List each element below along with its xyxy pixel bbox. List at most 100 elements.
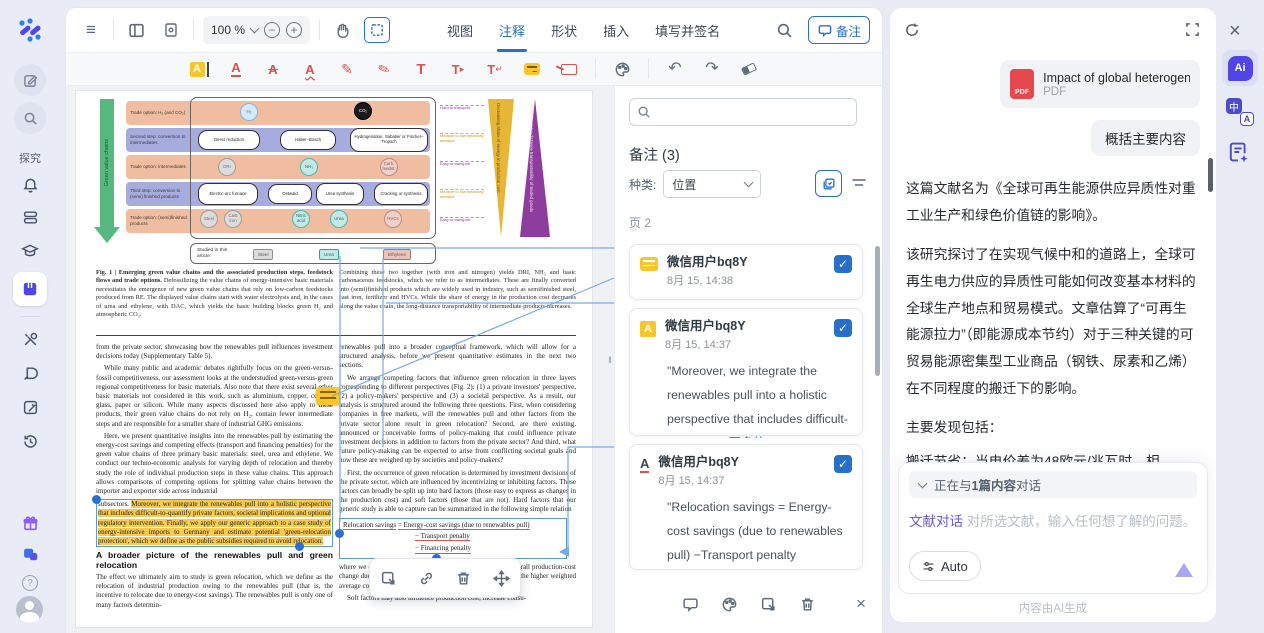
comments-scrollbar[interactable]	[875, 246, 880, 376]
ai-reply: 这篇文献名为《全球可再生能源供应异质性对重工业生产和绿色价值链的影响》。 该研究…	[906, 176, 1198, 454]
search-icon[interactable]	[14, 102, 46, 134]
close-icon[interactable]: ×	[1229, 20, 1241, 43]
zoom-in-button[interactable]: +	[286, 22, 302, 38]
ink-pen-tool[interactable]: ✎	[370, 55, 398, 83]
library-stack-icon[interactable]	[17, 204, 43, 230]
copy-style-icon[interactable]	[380, 570, 397, 587]
selection-handle[interactable]	[335, 529, 344, 538]
node-hydrogenation: Hydrogenation, Sabatier or Fischer–Trops…	[350, 128, 428, 152]
apps-blocks-icon[interactable]	[17, 540, 43, 566]
redo-icon[interactable]: ↷	[701, 58, 723, 80]
ai-assistant-panel: PDF Impact of global heterogen... PDF 概括…	[890, 8, 1216, 622]
page-settings-icon[interactable]	[158, 17, 184, 43]
export-icon[interactable]	[760, 596, 777, 613]
strikethrough-tool[interactable]: A	[262, 58, 284, 80]
text-note-tool[interactable]: T▸	[447, 58, 469, 80]
chat-mode-label[interactable]: 文献对话	[909, 514, 963, 529]
sticky-note-annotation[interactable]	[316, 387, 340, 405]
refresh-icon[interactable]	[904, 22, 920, 38]
new-note-button[interactable]	[14, 64, 46, 96]
highlight-selection[interactable]: subsectors. Moreover, we integrate the r…	[96, 499, 333, 547]
filter-icon[interactable]	[851, 176, 867, 190]
node-nitric-acid: Nitric acid	[292, 210, 310, 228]
highlight-tool[interactable]: A	[188, 58, 210, 80]
node-feedstock: Carb. feedst.	[380, 158, 398, 176]
squiggly-underline-tool[interactable]: A	[299, 58, 321, 80]
hand-tool-icon[interactable]	[329, 17, 355, 43]
attached-document-chip[interactable]: PDF Impact of global heterogen... PDF	[1000, 60, 1200, 108]
color-palette-icon[interactable]	[611, 58, 633, 80]
sidebar-section-label: 探究	[0, 150, 60, 166]
annotate-lamp-icon[interactable]	[17, 360, 43, 386]
tools-icon[interactable]	[17, 326, 43, 352]
help-icon[interactable]: ?	[17, 570, 43, 596]
notifications-bell-icon[interactable]	[17, 172, 43, 198]
chat-scope-bar[interactable]: 正在与1篇内容对话	[909, 471, 1197, 498]
notes-board-icon[interactable]	[17, 394, 43, 420]
comment-checkbox[interactable]: ✓	[834, 455, 852, 473]
gift-icon[interactable]	[17, 510, 43, 536]
multi-select-button[interactable]	[815, 170, 842, 197]
comments-search-input[interactable]	[629, 98, 857, 126]
model-auto-button[interactable]: Auto	[909, 551, 981, 581]
user-prompt-chip[interactable]: 概括主要内容	[1091, 120, 1200, 156]
close-icon[interactable]: ×	[856, 594, 866, 614]
history-icon[interactable]	[17, 428, 43, 454]
undo-icon[interactable]: ↶	[664, 58, 686, 80]
equation-selection[interactable]: Relocation savings = Energy-cost savings…	[339, 518, 567, 560]
type-select[interactable]: 位置	[663, 170, 761, 198]
send-button[interactable]	[1175, 563, 1193, 577]
node-eaf: Electric-arc furnace	[198, 183, 258, 205]
comment-card[interactable]: A 微信用户bq8Y 8月 15, 14:37 ✓ "Moreover, we …	[629, 308, 863, 436]
chat-input[interactable]: 文献对话 对所选文献，输入任何想了解的问题。	[909, 510, 1197, 530]
move-icon[interactable]	[493, 570, 510, 587]
delete-icon[interactable]	[455, 570, 472, 587]
ai-panel-scrollbar[interactable]	[1208, 158, 1213, 192]
translate-icon[interactable]: 中 A	[1226, 98, 1254, 126]
node-h2: H₂	[240, 103, 258, 121]
side-annotation: Easy to transport	[440, 217, 484, 223]
tab-fill-sign[interactable]: 填写并签名	[655, 17, 720, 44]
tab-shapes[interactable]: 形状	[551, 17, 577, 44]
underline-tool[interactable]: A	[225, 58, 247, 80]
chevron-down-icon[interactable]	[250, 24, 260, 34]
pdf-file-icon: PDF	[1010, 69, 1034, 99]
select-tool-active[interactable]	[364, 17, 390, 43]
paper-left-column: from the private sector, showcasing how …	[96, 343, 333, 627]
comment-bubble-icon[interactable]	[682, 596, 699, 613]
callout-frame-tool[interactable]	[558, 58, 580, 80]
tab-annotate[interactable]: 注释	[499, 17, 525, 44]
comment-checkbox[interactable]: ✓	[834, 255, 852, 273]
comment-checkbox[interactable]: ✓	[834, 319, 852, 337]
highlighted-text[interactable]: Moreover, we integrate the renewables pu…	[98, 500, 331, 545]
more-link[interactable]: ...更多的	[718, 436, 765, 438]
search-icon[interactable]	[772, 17, 798, 43]
menu-icon[interactable]: ≡	[78, 17, 104, 43]
highlighter-pen-tool[interactable]: ✎	[336, 58, 358, 80]
zoom-value[interactable]: 100 %	[211, 23, 245, 37]
node-dri: DRI	[218, 158, 236, 176]
ai-tab-active[interactable]: Ai	[1222, 50, 1258, 86]
summary-notes-icon[interactable]	[1226, 140, 1250, 164]
tab-insert[interactable]: 插入	[603, 17, 629, 44]
sidebar-toggle-icon[interactable]	[123, 17, 149, 43]
text-callout-tool[interactable]: T↵	[484, 58, 506, 80]
expand-icon[interactable]	[1185, 22, 1200, 37]
sidebar-item-saved-active[interactable]	[13, 272, 47, 306]
comments-panel-button[interactable]: 备注	[808, 16, 870, 44]
chip-steel: Steel	[253, 249, 273, 260]
learning-cap-icon[interactable]	[17, 238, 43, 264]
delete-icon[interactable]	[799, 596, 816, 613]
comment-card[interactable]: 微信用户bq8Y 8月 15, 14:38 ✓	[629, 244, 863, 300]
comment-card[interactable]: A 微信用户bq8Y 8月 15, 14:37 ✓ "Relocation sa…	[629, 444, 863, 570]
panel-resize-handle[interactable]: ‖	[606, 86, 614, 633]
eraser-icon[interactable]	[738, 58, 760, 80]
link-icon[interactable]	[418, 570, 435, 587]
free-text-tool[interactable]: T	[410, 58, 432, 80]
sticky-note-tool[interactable]	[521, 58, 543, 80]
tab-view[interactable]: 视图	[447, 17, 473, 44]
figure-caption-right: Combining these two together (with iron …	[339, 269, 576, 311]
color-palette-icon[interactable]	[721, 596, 738, 613]
zoom-out-button[interactable]: −	[264, 22, 280, 38]
avatar[interactable]	[16, 596, 43, 623]
